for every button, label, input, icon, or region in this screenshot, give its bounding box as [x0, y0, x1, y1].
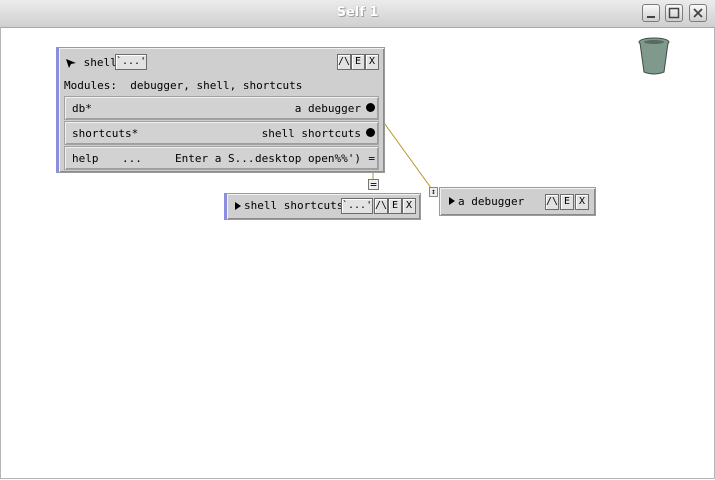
arrow-pin-icon[interactable]: ↕ — [429, 187, 438, 197]
window-titlebar[interactable]: Self 1 — [0, 0, 715, 28]
drag-arrow-icon — [66, 59, 76, 68]
modules-value: debugger, shell, shortcuts — [130, 79, 303, 92]
shell-shortcuts-outliner[interactable]: shell shortcuts `...' /\ E X — [224, 193, 421, 220]
shell-shortcuts-dismiss-button[interactable]: X — [402, 198, 416, 214]
close-button[interactable] — [689, 4, 707, 22]
trash-icon[interactable] — [636, 36, 672, 76]
maximize-icon — [668, 7, 680, 19]
modules-label: Modules: — [64, 79, 117, 92]
debugger-evaluator-button[interactable]: E — [560, 194, 574, 210]
debugger-dismiss-button[interactable]: X — [575, 194, 589, 210]
slot-help[interactable]: help ... Enter a S... desktop open%%') = — [64, 146, 379, 170]
reference-dot-icon[interactable] — [366, 128, 375, 137]
shell-shortcuts-evaluator-button[interactable]: E — [388, 198, 402, 214]
equals-icon[interactable]: = — [368, 153, 375, 164]
reference-dot-icon[interactable] — [366, 103, 375, 112]
shell-shortcuts-collapse-button[interactable]: /\ — [374, 198, 388, 214]
debugger-title: a debugger — [458, 195, 525, 208]
slot-expression: Enter a S... — [175, 152, 255, 165]
expand-triangle-icon[interactable] — [235, 202, 241, 210]
slot-name: help — [72, 152, 99, 165]
minimize-icon — [647, 16, 655, 18]
shell-evaluator-button[interactable]: E — [351, 54, 365, 70]
modules-line: Modules: debugger, shell, shortcuts — [64, 79, 302, 92]
minimize-button[interactable] — [642, 4, 660, 22]
expand-triangle-icon[interactable] — [449, 197, 455, 205]
maximize-button[interactable] — [665, 4, 683, 22]
connector-handle-icon[interactable]: = — [368, 179, 379, 190]
shell-dismiss-button[interactable]: X — [365, 54, 379, 70]
debugger-collapse-button[interactable]: /\ — [545, 194, 559, 210]
shell-collapse-button[interactable]: /\ — [337, 54, 351, 70]
shell-edit-button[interactable]: `...' — [115, 54, 147, 70]
window-title: Self 1 — [336, 5, 379, 20]
shell-header[interactable]: shell — [65, 56, 117, 69]
shell-shortcuts-edit-button[interactable]: `...' — [341, 198, 373, 214]
slot-name: shortcuts* — [72, 127, 139, 140]
slot-shortcuts[interactable]: shortcuts* shell shortcuts — [64, 121, 379, 145]
shell-shortcuts-title: shell shortcuts — [244, 199, 344, 212]
shell-title: shell — [83, 56, 117, 69]
slot-name: db* — [72, 102, 92, 115]
shell-outliner[interactable]: shell `...' /\ E X Modules: debugger, sh… — [56, 47, 385, 173]
slot-dots: ... — [122, 152, 142, 165]
slot-value: a debugger — [294, 102, 361, 115]
close-icon — [693, 8, 703, 18]
slot-value: shell shortcuts — [261, 127, 361, 140]
slot-value: desktop open%%') — [255, 152, 361, 165]
slot-db[interactable]: db* a debugger — [64, 96, 379, 120]
debugger-outliner[interactable]: a debugger /\ E X — [439, 187, 596, 216]
